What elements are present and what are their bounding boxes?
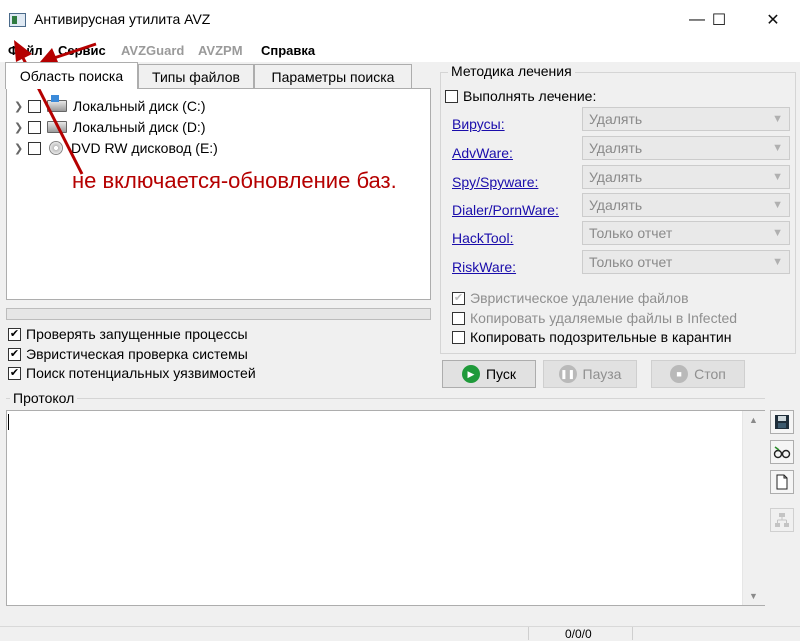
annotation-text: не включается-обновление баз. (72, 168, 397, 193)
tab-search-area[interactable]: Область поиска (5, 62, 138, 89)
annotation-arrow (14, 40, 97, 175)
